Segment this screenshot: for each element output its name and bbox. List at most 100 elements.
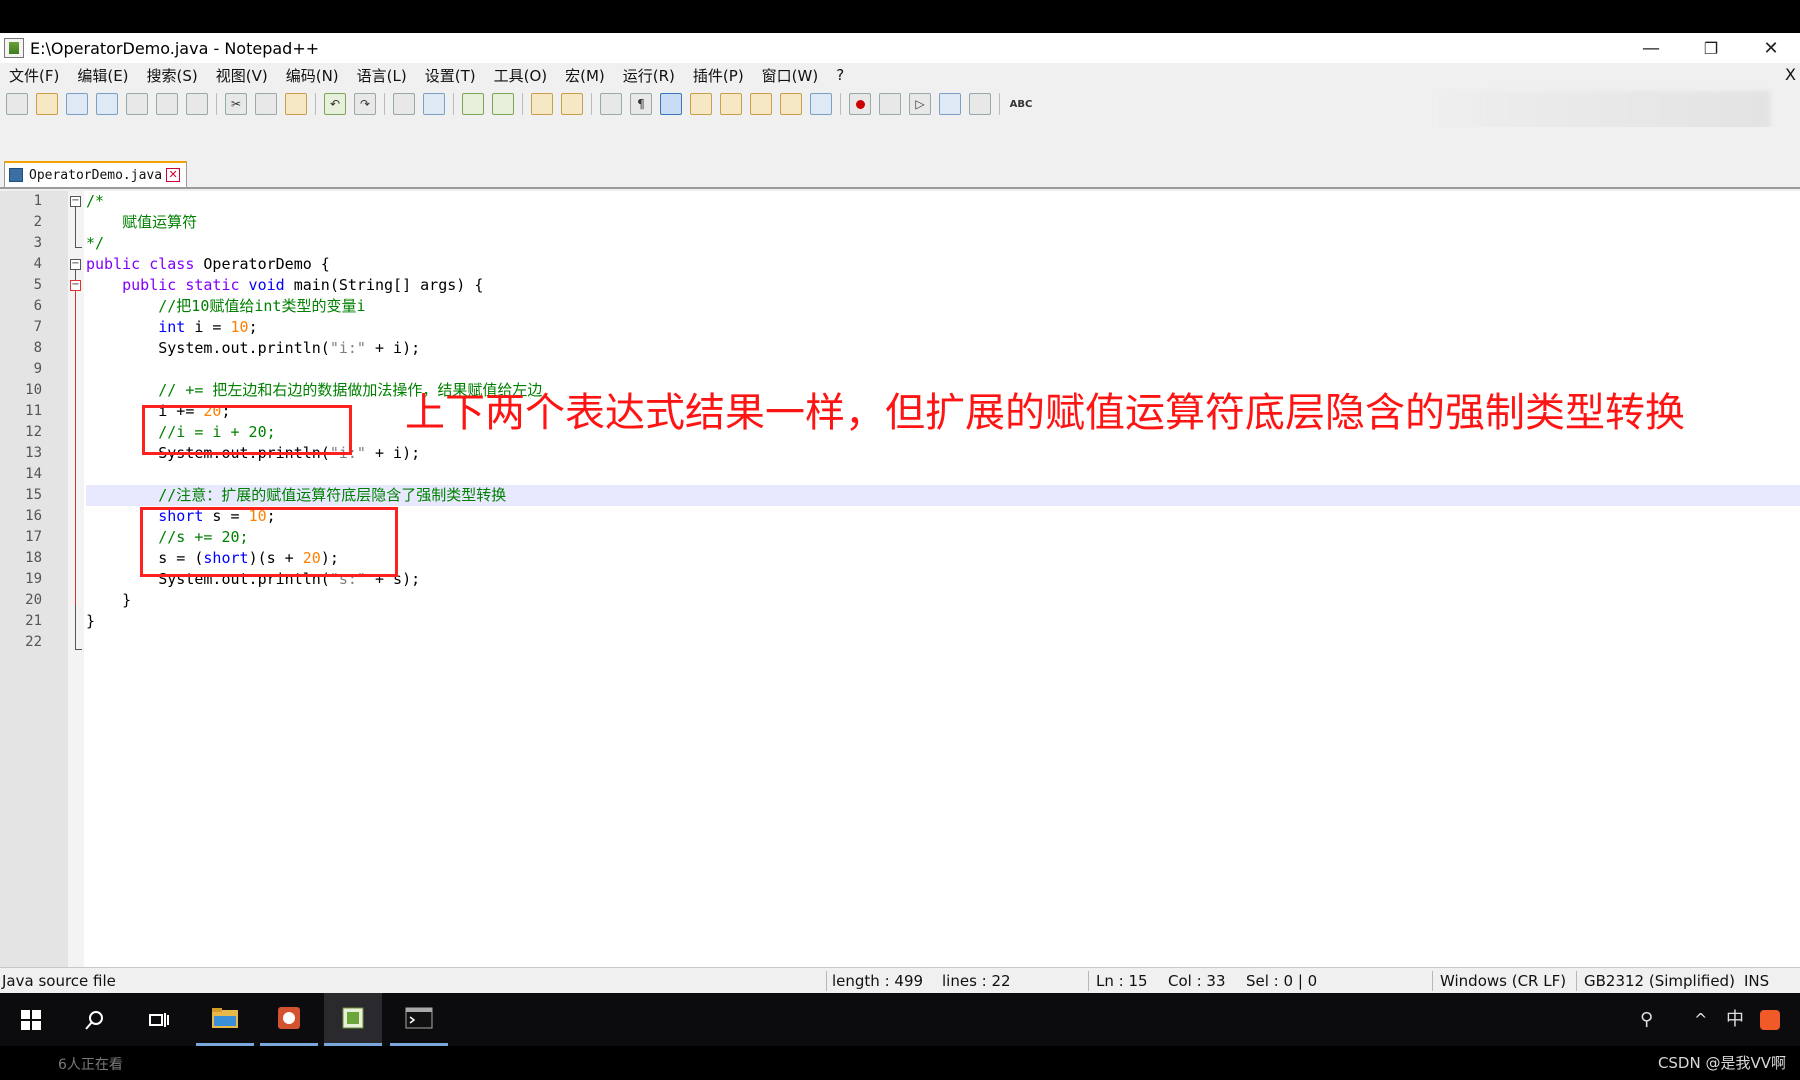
menu-language[interactable]: 语言(L) (348, 65, 416, 86)
fold-line (75, 291, 76, 605)
menu-file[interactable]: 文件(F) (0, 65, 68, 86)
start-button[interactable] (2, 993, 60, 1046)
print-icon[interactable] (186, 93, 208, 115)
search-icon (85, 1010, 103, 1030)
token: public class (86, 255, 195, 273)
ime-indicator[interactable]: 中 (1726, 993, 1744, 1046)
eye-icon[interactable] (810, 93, 832, 115)
menu-run[interactable]: 运行(R) (614, 65, 684, 86)
toolbar-separator (315, 93, 316, 115)
stop-record-icon[interactable] (879, 93, 901, 115)
close-document-button[interactable]: X (1785, 65, 1796, 84)
tab-label: OperatorDemo.java (29, 167, 163, 183)
fold-end (75, 247, 82, 248)
line-number: 20 (25, 592, 42, 608)
menu-edit[interactable]: 编辑(E) (68, 65, 137, 86)
status-separator (1432, 971, 1433, 991)
taskbar-console[interactable] (390, 993, 448, 1046)
token: OperatorDemo { (194, 255, 330, 273)
minimize-button[interactable]: — (1622, 33, 1680, 63)
indent-guide-icon[interactable] (660, 93, 682, 115)
save-icon[interactable] (66, 93, 88, 115)
code-editor[interactable]: 1 2 3 4 5 6 7 8 9 10 11 12 13 14 15 16 1… (0, 191, 1800, 967)
code-text-area[interactable]: /* 赋值运算符 */ public class OperatorDemo { … (86, 191, 1800, 967)
open-file-icon[interactable] (36, 93, 58, 115)
status-file-type: Java source file (2, 972, 116, 990)
zoom-out-icon[interactable] (492, 93, 514, 115)
fold-toggle-icon[interactable]: − (70, 196, 81, 207)
play-macro-icon[interactable]: ▷ (909, 93, 931, 115)
save-macro-icon[interactable] (969, 93, 991, 115)
show-all-chars-icon[interactable]: ¶ (630, 93, 652, 115)
line-number: 4 (33, 256, 42, 272)
token: public static (86, 276, 240, 294)
console-icon (405, 1007, 433, 1029)
close-file-icon[interactable] (126, 93, 148, 115)
zoom-in-icon[interactable] (462, 93, 484, 115)
line-number: 11 (25, 403, 42, 419)
taskbar-file-explorer[interactable] (196, 993, 254, 1046)
toolbar-separator (591, 93, 592, 115)
tab-operator-demo[interactable]: OperatorDemo.java ✕ (4, 161, 188, 187)
replace-icon[interactable] (423, 93, 445, 115)
people-icon[interactable]: ⚲ (1640, 993, 1653, 1046)
token: /* (86, 192, 105, 210)
word-wrap-icon[interactable] (600, 93, 622, 115)
fold-toggle-icon[interactable]: − (70, 259, 81, 270)
tray-expand-icon[interactable]: ^ (1694, 993, 1707, 1046)
menu-window[interactable]: 窗口(W) (753, 65, 828, 86)
undo-icon[interactable]: ↶ (324, 93, 346, 115)
paste-icon[interactable] (285, 93, 307, 115)
sogou-icon[interactable] (1760, 993, 1780, 1046)
line-number: 8 (33, 340, 42, 356)
copy-icon[interactable] (255, 93, 277, 115)
line-number: 21 (25, 613, 42, 629)
sync-horizontal-icon[interactable] (561, 93, 583, 115)
line-number: 18 (25, 550, 42, 566)
fold-margin (68, 191, 84, 967)
task-view-button[interactable] (130, 993, 188, 1046)
viewer-count: 6人正在看 (58, 1057, 123, 1073)
token: "i:" (329, 339, 366, 357)
toolbar-separator (840, 93, 841, 115)
redo-icon[interactable]: ↷ (354, 93, 376, 115)
powerpoint-icon (278, 1007, 300, 1029)
annotation-box-top (142, 405, 352, 455)
cut-icon[interactable]: ✂ (225, 93, 247, 115)
menu-view[interactable]: 视图(V) (207, 65, 277, 86)
token: + i); (365, 444, 421, 462)
new-file-icon[interactable] (6, 93, 28, 115)
taskbar-notepadpp[interactable] (324, 993, 382, 1046)
save-all-icon[interactable] (96, 93, 118, 115)
folder-workspace-icon[interactable] (750, 93, 772, 115)
function-list-icon[interactable] (720, 93, 742, 115)
tab-close-icon[interactable]: ✕ (166, 168, 181, 182)
close-window-button[interactable]: ✕ (1742, 33, 1800, 63)
title-bar[interactable]: E:\OperatorDemo.java - Notepad++ — ❐ ✕ (0, 33, 1800, 63)
run-macro-multiple-icon[interactable] (939, 93, 961, 115)
find-icon[interactable] (393, 93, 415, 115)
token: //注意：扩展的赋值运算符底层隐含了强制类型转换 (86, 486, 507, 504)
menu-plugins[interactable]: 插件(P) (684, 65, 753, 86)
menu-search[interactable]: 搜索(S) (138, 65, 207, 86)
line-number: 17 (25, 529, 42, 545)
menu-help[interactable]: ? (827, 66, 853, 84)
search-button[interactable] (66, 993, 124, 1046)
token: i = (185, 318, 231, 336)
fold-toggle-icon[interactable]: − (70, 280, 81, 291)
taskbar-powerpoint[interactable] (260, 993, 318, 1046)
menu-macro[interactable]: 宏(M) (556, 65, 614, 86)
record-macro-icon[interactable] (849, 93, 871, 115)
restore-button[interactable]: ❐ (1682, 33, 1740, 63)
menu-tools[interactable]: 工具(O) (485, 65, 557, 86)
spellcheck-icon[interactable]: ABC (1008, 93, 1034, 115)
menu-settings[interactable]: 设置(T) (416, 65, 485, 86)
doc-map-icon[interactable] (690, 93, 712, 115)
close-icon: ✕ (1763, 37, 1779, 59)
code-line: 赋值运算符 (86, 212, 197, 233)
monitor-icon[interactable] (780, 93, 802, 115)
status-insert-mode: INS (1744, 972, 1770, 990)
menu-encoding[interactable]: 编码(N) (277, 65, 348, 86)
close-all-icon[interactable] (156, 93, 178, 115)
sync-vertical-icon[interactable] (531, 93, 553, 115)
